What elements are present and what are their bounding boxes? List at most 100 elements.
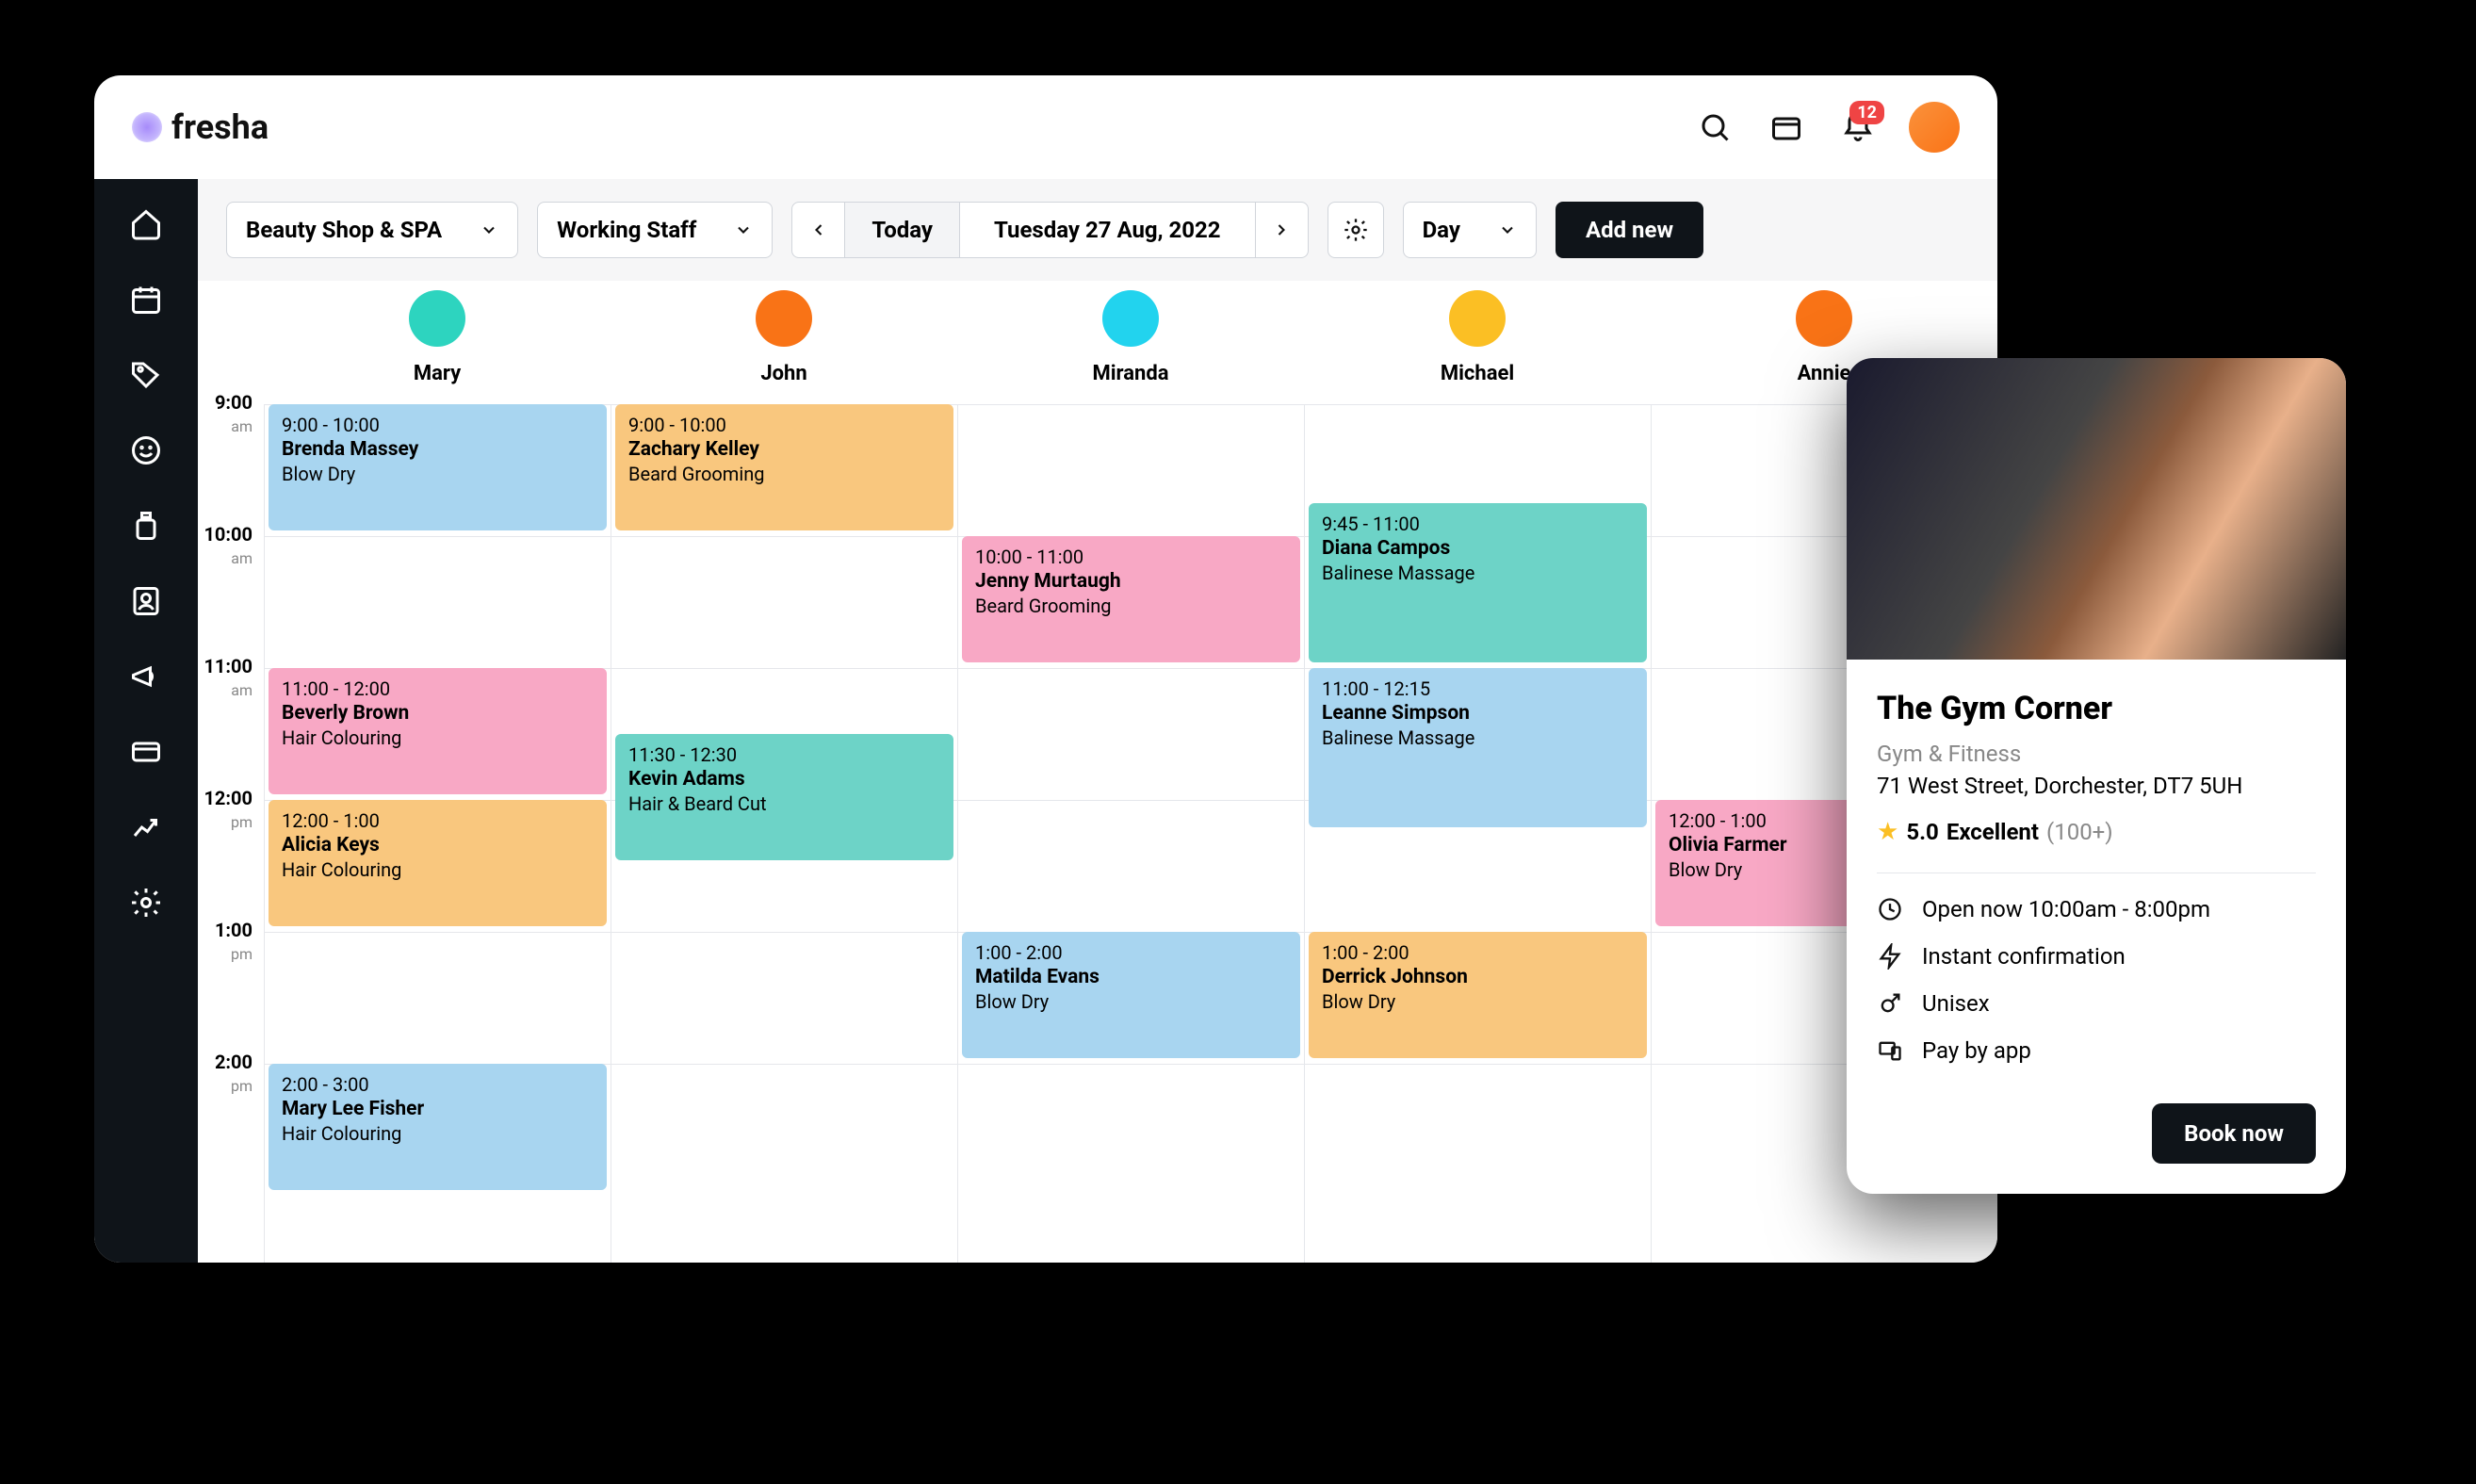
calendar-event[interactable]: 12:00 - 1:00Alicia KeysHair Colouring <box>269 800 607 926</box>
staff-column[interactable]: Michael <box>1304 290 1651 385</box>
rating-score: 5.0 <box>1906 819 1939 845</box>
top-actions: 12 <box>1694 102 1960 153</box>
view-label: Day <box>1423 217 1460 243</box>
devices-icon <box>1877 1037 1903 1064</box>
time-label: 1:00pm <box>198 919 264 1051</box>
grid-column[interactable]: 10:00 - 11:00Jenny MurtaughBeard Groomin… <box>957 404 1304 1263</box>
staff-avatar <box>409 290 465 347</box>
megaphone-icon[interactable] <box>129 660 163 693</box>
today-button[interactable]: Today <box>845 203 960 257</box>
wallet-icon[interactable] <box>1766 106 1807 148</box>
calendar-event[interactable]: 11:00 - 12:15Leanne SimpsonBalinese Mass… <box>1309 668 1647 827</box>
content: Beauty Shop & SPA Working Staff Today Tu… <box>198 179 1997 1263</box>
event-time: 9:00 - 10:00 <box>628 414 940 436</box>
event-service: Beard Grooming <box>628 463 940 485</box>
user-avatar[interactable] <box>1909 102 1960 153</box>
staff-avatar <box>1102 290 1159 347</box>
staff-name: Miranda <box>1092 362 1168 385</box>
event-service: Beard Grooming <box>975 595 1287 617</box>
event-service: Hair Colouring <box>282 858 594 881</box>
staff-filter-label: Working Staff <box>557 217 696 243</box>
search-icon[interactable] <box>1694 106 1735 148</box>
star-icon: ★ <box>1877 818 1898 846</box>
event-client: Derrick Johnson <box>1322 966 1634 988</box>
business-category: Gym & Fitness <box>1877 741 2316 767</box>
product-icon[interactable] <box>129 509 163 543</box>
gender-row: Unisex <box>1877 990 2316 1017</box>
event-client: Leanne Simpson <box>1322 702 1634 725</box>
time-label: 11:00am <box>198 655 264 787</box>
calendar-event[interactable]: 11:30 - 12:30Kevin AdamsHair & Beard Cut <box>615 734 953 860</box>
staff-filter-select[interactable]: Working Staff <box>537 202 773 258</box>
calendar-event[interactable]: 10:00 - 11:00Jenny MurtaughBeard Groomin… <box>962 536 1300 662</box>
rating-label: Excellent <box>1947 819 2039 845</box>
calendar-event[interactable]: 9:00 - 10:00Zachary KelleyBeard Grooming <box>615 404 953 530</box>
staff-column[interactable]: Mary <box>264 290 611 385</box>
gender-icon <box>1877 990 1903 1017</box>
calendar-grid[interactable]: 9:00 - 10:00Brenda MasseyBlow Dry11:00 -… <box>264 404 1997 1263</box>
calendar-settings-button[interactable] <box>1328 202 1384 258</box>
logo[interactable]: fresha <box>132 107 269 147</box>
contact-icon[interactable] <box>129 584 163 618</box>
staff-name: Mary <box>414 362 461 385</box>
time-label: 2:00pm <box>198 1051 264 1182</box>
card-icon[interactable] <box>129 735 163 769</box>
event-time: 10:00 - 11:00 <box>975 546 1287 568</box>
grid-column[interactable]: 9:00 - 10:00Zachary KelleyBeard Grooming… <box>611 404 957 1263</box>
calendar-event[interactable]: 1:00 - 2:00Derrick JohnsonBlow Dry <box>1309 932 1647 1058</box>
event-client: Mary Lee Fisher <box>282 1098 594 1120</box>
chart-icon[interactable] <box>129 810 163 844</box>
toolbar: Beauty Shop & SPA Working Staff Today Tu… <box>198 179 1997 281</box>
home-icon[interactable] <box>129 207 163 241</box>
event-time: 12:00 - 1:00 <box>282 809 594 832</box>
calendar-event[interactable]: 2:00 - 3:00Mary Lee FisherHair Colouring <box>269 1064 607 1190</box>
add-new-button[interactable]: Add new <box>1556 202 1703 258</box>
pay-row: Pay by app <box>1877 1037 2316 1064</box>
event-service: Balinese Massage <box>1322 562 1634 584</box>
hours-row: Open now 10:00am - 8:00pm <box>1877 896 2316 922</box>
event-time: 11:00 - 12:00 <box>282 677 594 700</box>
event-client: Kevin Adams <box>628 768 940 791</box>
staff-column[interactable]: John <box>611 290 957 385</box>
event-client: Beverly Brown <box>282 702 594 725</box>
calendar-event[interactable]: 9:45 - 11:00Diana CamposBalinese Massage <box>1309 503 1647 662</box>
view-select[interactable]: Day <box>1403 202 1537 258</box>
event-service: Blow Dry <box>1322 990 1634 1013</box>
tag-icon[interactable] <box>129 358 163 392</box>
event-service: Blow Dry <box>282 463 594 485</box>
event-client: Zachary Kelley <box>628 438 940 461</box>
calendar-event[interactable]: 11:00 - 12:00Beverly BrownHair Colouring <box>269 668 607 794</box>
event-time: 2:00 - 3:00 <box>282 1073 594 1096</box>
event-time: 9:00 - 10:00 <box>282 414 594 436</box>
staff-name: Annie <box>1798 362 1851 385</box>
calendar-event[interactable]: 1:00 - 2:00Matilda EvansBlow Dry <box>962 932 1300 1058</box>
bell-icon[interactable]: 12 <box>1837 106 1879 148</box>
next-day-button[interactable] <box>1255 203 1308 257</box>
location-label: Beauty Shop & SPA <box>246 217 442 243</box>
calendar-event[interactable]: 9:00 - 10:00Brenda MasseyBlow Dry <box>269 404 607 530</box>
event-time: 1:00 - 2:00 <box>1322 941 1634 964</box>
grid-column[interactable]: 9:00 - 10:00Brenda MasseyBlow Dry 11:00 -… <box>264 404 611 1263</box>
mobile-card: The Gym Corner Gym & Fitness 71 West Str… <box>1847 358 2346 1194</box>
calendar-icon[interactable] <box>129 283 163 317</box>
event-client: Alicia Keys <box>282 834 594 856</box>
clock-icon <box>1877 896 1903 922</box>
bolt-icon <box>1877 943 1903 970</box>
event-service: Hair Colouring <box>282 1122 594 1145</box>
book-now-button[interactable]: Book now <box>2152 1103 2316 1164</box>
grid-column[interactable]: 9:45 - 11:00Diana CamposBalinese Massage… <box>1304 404 1651 1263</box>
smile-icon[interactable] <box>129 433 163 467</box>
settings-icon[interactable] <box>129 886 163 920</box>
event-client: Brenda Massey <box>282 438 594 461</box>
event-service: Hair & Beard Cut <box>628 792 940 815</box>
staff-avatar <box>756 290 812 347</box>
brand-name: fresha <box>171 107 269 147</box>
time-column: 9:00am10:00am11:00am12:00pm1:00pm2:00pm <box>198 404 264 1263</box>
staff-column[interactable]: Miranda <box>957 290 1304 385</box>
location-select[interactable]: Beauty Shop & SPA <box>226 202 518 258</box>
divider <box>1877 872 2316 873</box>
event-service: Hair Colouring <box>282 726 594 749</box>
prev-day-button[interactable] <box>792 203 845 257</box>
sidebar <box>94 179 198 1263</box>
confirm-row: Instant confirmation <box>1877 943 2316 970</box>
